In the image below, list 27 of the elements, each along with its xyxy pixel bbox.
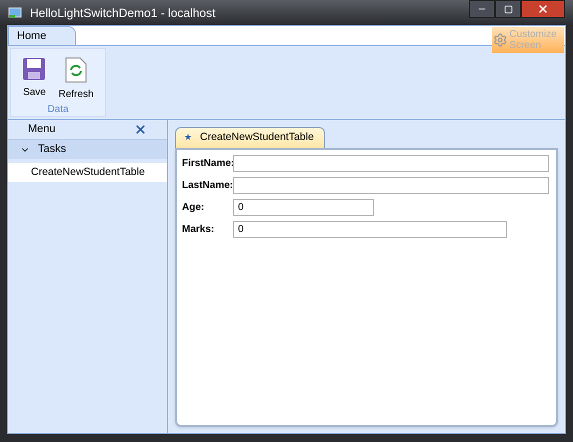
maximize-icon bbox=[504, 4, 512, 14]
field-label: Age: bbox=[182, 201, 206, 215]
close-button[interactable] bbox=[521, 0, 565, 18]
refresh-button[interactable]: Refresh bbox=[58, 57, 94, 102]
maximize-button[interactable] bbox=[495, 0, 521, 18]
star-icon: ★ bbox=[184, 131, 192, 145]
menu-section[interactable]: Tasks bbox=[8, 140, 167, 159]
window-title: HelloLightSwitchDemo1 - localhost bbox=[30, 4, 216, 22]
close-icon bbox=[537, 3, 549, 15]
field-label: FirstName: bbox=[182, 157, 233, 171]
ribbon-tab[interactable]: Home bbox=[8, 26, 76, 45]
app-icon bbox=[8, 6, 22, 18]
input-field[interactable]: 0 bbox=[233, 199, 374, 216]
close-icon bbox=[134, 123, 147, 136]
group-label: Data bbox=[47, 103, 69, 117]
document-tab[interactable]: ★ CreateNewStudentTable bbox=[175, 127, 325, 148]
menu-title: Menu bbox=[28, 122, 56, 138]
input-field[interactable]: 0 bbox=[233, 221, 507, 238]
input-field[interactable] bbox=[233, 177, 549, 194]
tab-label: CreateNewStudentTable bbox=[200, 130, 314, 146]
refresh-document-icon bbox=[64, 57, 87, 83]
field-label: Marks: bbox=[182, 223, 216, 237]
save-button[interactable]: Save bbox=[22, 57, 46, 102]
field-label: LastName: bbox=[182, 179, 233, 193]
input-field[interactable] bbox=[233, 155, 549, 172]
close-menu-button[interactable] bbox=[134, 123, 147, 136]
menu-item[interactable]: CreateNewStudentTable bbox=[8, 163, 167, 182]
